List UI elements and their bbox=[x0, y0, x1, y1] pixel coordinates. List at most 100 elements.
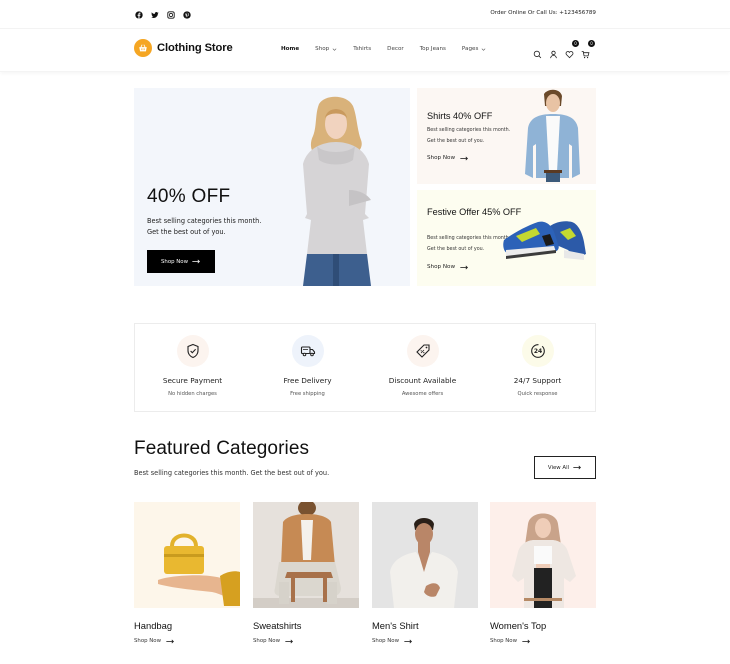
nav-pages[interactable]: Pages bbox=[462, 46, 486, 52]
header: Clothing Store Home Shop Tshirts Decor T… bbox=[0, 29, 730, 72]
nav-shop-label: Shop bbox=[315, 46, 330, 52]
category-shop-now-link[interactable]: Shop Now bbox=[253, 638, 359, 644]
category-shop-now-link[interactable]: Shop Now bbox=[372, 638, 478, 644]
wishlist-icon[interactable]: 0 bbox=[565, 40, 579, 59]
category-shop-now-link[interactable]: Shop Now bbox=[134, 638, 240, 644]
nav-shop[interactable]: Shop bbox=[315, 46, 337, 52]
category-shop-now-link[interactable]: Shop Now bbox=[490, 638, 596, 644]
promo-shirts-shop-now-link[interactable]: Shop Now bbox=[427, 155, 469, 161]
logo[interactable]: Clothing Store bbox=[134, 39, 233, 57]
svg-text:24: 24 bbox=[533, 348, 541, 355]
search-icon[interactable] bbox=[533, 44, 542, 59]
feature-support: 24 24/7 Support Quick response bbox=[480, 324, 595, 411]
feature-free-delivery: Free Delivery Free shipping bbox=[250, 324, 365, 411]
promo-shirts: Shirts 40% OFF Best selling categories t… bbox=[417, 88, 596, 184]
promo-shirts-model-image bbox=[525, 89, 580, 182]
promo-festive-shop-now-link[interactable]: Shop Now bbox=[427, 264, 469, 270]
feature-secure-payment: Secure Payment No hidden charges bbox=[135, 324, 250, 411]
hero-shop-now-button[interactable]: Shop Now bbox=[147, 250, 215, 273]
category-name[interactable]: Men's Shirt bbox=[372, 620, 478, 631]
cart-count-badge: 0 bbox=[588, 40, 595, 47]
chevron-down-icon bbox=[332, 47, 337, 51]
logo-text: Clothing Store bbox=[157, 42, 233, 54]
nav-tshirts-label: Tshirts bbox=[353, 46, 372, 52]
cart-icon[interactable]: 0 bbox=[581, 40, 595, 59]
nav-home[interactable]: Home bbox=[281, 46, 299, 52]
truck-icon bbox=[291, 335, 324, 367]
featured-categories-subtitle: Best selling categories this month. Get … bbox=[134, 469, 330, 477]
nav-decor-label: Decor bbox=[387, 46, 404, 52]
feature-title: Free Delivery bbox=[283, 376, 332, 385]
category-image-sweatshirts[interactable] bbox=[253, 502, 359, 608]
arrow-right-icon bbox=[192, 259, 200, 264]
feature-discount: Discount Available Awesome offers bbox=[365, 324, 480, 411]
features-strip: Secure Payment No hidden charges Free De… bbox=[134, 323, 596, 412]
shop-now-label: Shop Now bbox=[253, 638, 281, 644]
hero-description: Best selling categories this month. Get … bbox=[147, 217, 262, 236]
hero-model-image bbox=[303, 96, 371, 286]
nav-tshirts[interactable]: Tshirts bbox=[353, 46, 371, 52]
feature-title: Discount Available bbox=[388, 376, 457, 385]
twitter-icon[interactable] bbox=[150, 10, 159, 19]
promo-shirts-title: Shirts 40% OFF bbox=[427, 111, 493, 121]
shop-now-label: Shop Now bbox=[134, 638, 162, 644]
nav-decor[interactable]: Decor bbox=[387, 46, 404, 52]
promo-festive-text: Best selling categories this month. Get … bbox=[427, 236, 511, 252]
category-image-handbag[interactable] bbox=[134, 502, 240, 608]
arrow-right-icon bbox=[166, 639, 174, 643]
shield-check-icon bbox=[176, 335, 209, 367]
main-nav: Home Shop Tshirts Decor Top Jeans Pages bbox=[281, 46, 486, 52]
category-image-mens-shirt[interactable] bbox=[372, 502, 478, 608]
basket-icon bbox=[134, 39, 152, 57]
view-all-button[interactable]: View All bbox=[534, 456, 596, 479]
arrow-right-icon bbox=[460, 265, 468, 269]
hero-title: 40% OFF bbox=[147, 186, 231, 207]
social-links bbox=[134, 10, 191, 19]
chevron-down-icon bbox=[482, 47, 486, 51]
support-24-icon: 24 bbox=[521, 335, 554, 367]
instagram-icon[interactable] bbox=[166, 10, 175, 19]
nav-top-jeans[interactable]: Top Jeans bbox=[420, 46, 446, 52]
hero-shop-now-label: Shop Now bbox=[160, 258, 188, 265]
promo-festive: Festive Offer 45% OFF Best selling categ… bbox=[417, 190, 596, 286]
feature-subtitle: Free shipping bbox=[290, 391, 325, 397]
category-name[interactable]: Sweatshirts bbox=[253, 620, 359, 631]
top-bar: Order Online Or Call Us: +123456789 bbox=[0, 0, 730, 29]
header-actions: 0 0 bbox=[533, 40, 595, 59]
category-card-womens-top[interactable]: Women's Top Shop Now bbox=[490, 502, 596, 644]
feature-subtitle: No hidden charges bbox=[168, 391, 217, 397]
order-contact: Order Online Or Call Us: +123456789 bbox=[490, 10, 596, 16]
feature-subtitle: Quick response bbox=[517, 391, 558, 397]
user-icon[interactable] bbox=[549, 44, 558, 59]
shop-now-label: Shop Now bbox=[372, 638, 400, 644]
view-all-label: View All bbox=[547, 464, 570, 471]
featured-categories-title: Featured Categories bbox=[134, 438, 310, 459]
wishlist-count-badge: 0 bbox=[572, 40, 579, 47]
arrow-right-icon bbox=[522, 639, 530, 643]
feature-title: 24/7 Support bbox=[513, 376, 562, 385]
promo-festive-shoes-image bbox=[503, 221, 586, 260]
category-card-mens-shirt[interactable]: Men's Shirt Shop Now bbox=[372, 502, 478, 644]
nav-pages-label: Pages bbox=[461, 46, 479, 52]
category-card-handbag[interactable]: Handbag Shop Now bbox=[134, 502, 240, 644]
feature-subtitle: Awesome offers bbox=[401, 391, 444, 397]
feature-title: Secure Payment bbox=[162, 376, 223, 385]
hero-banner: 40% OFF Best selling categories this mon… bbox=[134, 88, 410, 286]
arrow-right-icon bbox=[460, 156, 468, 160]
arrow-right-icon bbox=[404, 639, 412, 643]
tag-icon bbox=[406, 335, 439, 367]
promo-shirts-text: Best selling categories this month. Get … bbox=[427, 128, 511, 144]
nav-top-jeans-label: Top Jeans bbox=[419, 46, 446, 52]
nav-home-label: Home bbox=[281, 46, 300, 52]
facebook-icon[interactable] bbox=[134, 10, 143, 19]
pinterest-icon[interactable] bbox=[182, 10, 191, 19]
promo-shirts-link-label: Shop Now bbox=[427, 155, 456, 161]
arrow-right-icon bbox=[285, 639, 293, 643]
promo-festive-link-label: Shop Now bbox=[427, 264, 456, 270]
arrow-right-icon bbox=[573, 465, 582, 470]
category-card-sweatshirts[interactable]: Sweatshirts Shop Now bbox=[253, 502, 359, 644]
shop-now-label: Shop Now bbox=[490, 638, 518, 644]
category-name[interactable]: Women's Top bbox=[490, 620, 596, 631]
category-name[interactable]: Handbag bbox=[134, 620, 240, 631]
category-image-womens-top[interactable] bbox=[490, 502, 596, 608]
